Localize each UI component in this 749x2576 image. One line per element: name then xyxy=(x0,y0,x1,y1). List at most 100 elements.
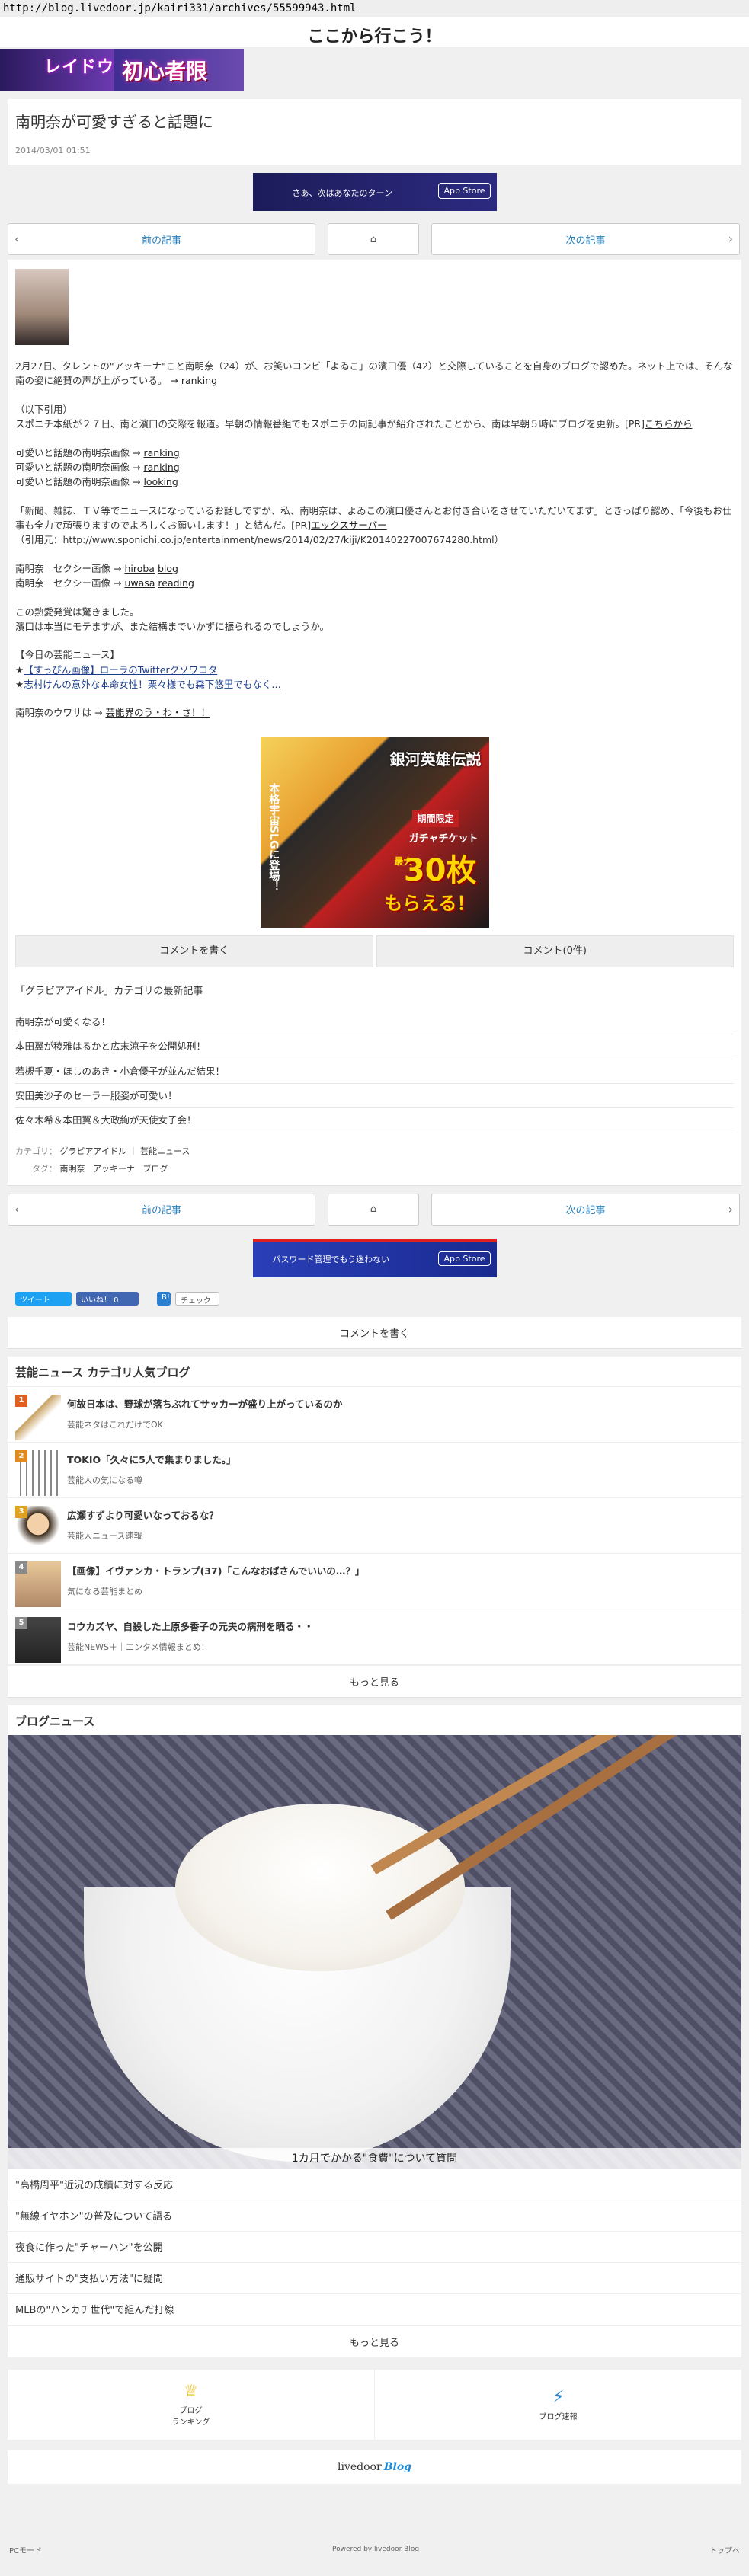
list-item[interactable]: "高橋周平"近況の成績に対する反応 xyxy=(8,2169,741,2200)
blog-ranking-button[interactable]: ♕ ブログ ランキング xyxy=(8,2370,374,2440)
xserver-link[interactable]: エックスサーバー xyxy=(311,519,387,531)
prev-label: 前の記事 xyxy=(141,1205,181,1217)
ad-bottom[interactable]: パスワード管理でもう迷わない App Store xyxy=(252,1238,497,1277)
chevron-right-icon: › xyxy=(728,232,733,246)
article-body: 2月27日、タレントの"アッキーナ"こと南明奈（24）が、お笑いコンビ「よゐこ」… xyxy=(8,260,741,1186)
ad-bottom-container: パスワード管理でもう迷わない App Store xyxy=(0,1230,749,1286)
livedoor-blog-logo[interactable]: livedoor Blog xyxy=(8,2450,741,2484)
url-text: http://blog.livedoor.jp/kairi331/archive… xyxy=(3,2,357,14)
tags-block: カテゴリ： グラビアアイドル ｜ 芸能ニュース タグ： 南明奈 アッキーナ ブロ… xyxy=(15,1143,734,1178)
url-bar[interactable]: http://blog.livedoor.jp/kairi331/archive… xyxy=(0,0,749,17)
news-feature-image[interactable]: 1カ月でかかる"食費"について質問 xyxy=(8,1734,741,2169)
list-item[interactable]: 夜食に作った"チャーハン"を公開 xyxy=(8,2231,741,2263)
tag-link[interactable]: 南明奈 xyxy=(60,1164,85,1174)
tag-link[interactable]: アッキーナ xyxy=(93,1164,135,1174)
rank-thumbnail: 4 xyxy=(15,1561,61,1607)
list-item[interactable]: 本田翼が稜雅はるかと広末涼子を公開処刑！ xyxy=(15,1034,734,1059)
article-thumbnail[interactable] xyxy=(15,269,69,345)
today-link-2[interactable]: 志村けんの意外な本命女性！栗々様でも森下悠里でもなく… xyxy=(24,679,281,690)
facebook-like-button[interactable]: いいね！ 0 xyxy=(76,1291,139,1306)
tweet-button[interactable]: ツイート xyxy=(15,1291,72,1306)
chevron-right-icon: › xyxy=(728,1201,733,1216)
ranking-link[interactable]: ranking xyxy=(181,375,217,386)
blog-quick-news-button[interactable]: ⚡ ブログ速報 xyxy=(374,2369,741,2440)
banner-logo: レイドウ xyxy=(44,58,115,77)
blog-news-more-button[interactable]: もっと見る xyxy=(8,2325,741,2357)
body-quote: （以下引用） スポニチ本紙が２７日、南と濱口の交際を報道。早朝の情報番組でもスポ… xyxy=(15,403,693,430)
list-item[interactable]: 通販サイトの"支払い方法"に疑問 xyxy=(8,2262,741,2294)
line-link-3[interactable]: looking xyxy=(143,476,178,487)
rank-item[interactable]: 4 【画像】イヴァンカ・トランプ(37)「こんなおばさんでいいの…？」 気になる芸… xyxy=(8,1554,741,1609)
rank-item[interactable]: 3 広瀬すずより可愛いなっておるな？ 芸能人ニュース速報 xyxy=(8,1498,741,1554)
ad-top[interactable]: さあ、次はあなたのターン App Store xyxy=(252,173,497,211)
hatena-button[interactable]: B! xyxy=(157,1291,171,1306)
body-lines: 可愛いと話題の南明奈画像 → ranking 可愛いと話題の南明奈画像 → ra… xyxy=(15,446,180,488)
next-label: 次の記事 xyxy=(565,235,606,247)
powered-by: Powered by livedoor Blog xyxy=(331,2546,420,2553)
chevron-left-icon: ‹ xyxy=(14,232,20,246)
hiroba-link[interactable]: hiroba xyxy=(124,563,155,574)
list-item[interactable]: 南明奈が可愛くなる！ xyxy=(15,1010,734,1035)
back-to-top-link[interactable]: トップへ xyxy=(709,2544,740,2555)
ad-bottom-text: パスワード管理でもう迷わない xyxy=(272,1254,390,1264)
pocket-button[interactable]: チェック xyxy=(175,1291,219,1306)
next-article-button[interactable]: 次の記事 › xyxy=(431,1193,740,1226)
body-sexy: 南明奈 セクシー画像 → hiroba blog 南明奈 セクシー画像 → uw… xyxy=(15,562,194,590)
rank-item[interactable]: 2 TOKIO「久々に5人で集まりました。」 芸能人の気になる噂 xyxy=(8,1443,741,1498)
blog-link[interactable]: blog xyxy=(158,563,178,574)
uwasa-link[interactable]: uwasa xyxy=(124,577,155,589)
popular-blogs: 芸能ニュース カテゴリ人気ブログ 1 何故日本は、野球が落ちぶれてサッカーが盛り… xyxy=(8,1356,741,1698)
center-ad[interactable]: 銀河英雄伝説 本格宇宙SLGに登場！ 期間限定 ガチャチケット 最大 30枚 も… xyxy=(260,737,489,928)
tag-link[interactable]: ブログ xyxy=(143,1164,168,1174)
comment-count-button[interactable]: コメント(0件) xyxy=(376,935,734,967)
footer-nav: ♕ ブログ ランキング ⚡ ブログ速報 xyxy=(8,2369,741,2440)
center-ad-line1: 本格宇宙SLGに登場！ xyxy=(267,782,280,892)
rank-item[interactable]: 1 何故日本は、野球が落ちぶれてサッカーが盛り上がっているのか 芸能ネタはこれだけ… xyxy=(8,1387,741,1443)
rumor-link[interactable]: 芸能界のう・わ・さ！！ xyxy=(105,707,210,718)
category-row: カテゴリ： グラビアアイドル ｜ 芸能ニュース xyxy=(15,1146,190,1156)
rank-thumbnail: 3 xyxy=(15,1505,61,1552)
home-button[interactable]: ⌂ xyxy=(328,1193,419,1226)
site-title[interactable]: ここから行こう！ xyxy=(0,17,749,47)
pager-top: ‹ 前の記事 ⌂ 次の記事 › xyxy=(0,223,749,255)
crown-icon: ♕ xyxy=(183,2382,199,2402)
center-ad-title: 銀河英雄伝説 xyxy=(389,749,482,769)
center-ad-post: もらえる！ xyxy=(384,892,475,914)
list-item[interactable]: 佐々木希＆本田翼＆大政絢が天使女子会！ xyxy=(15,1108,734,1133)
home-button[interactable]: ⌂ xyxy=(328,223,419,255)
write-comment-button[interactable]: コメントを書く xyxy=(15,935,373,967)
popular-more-button[interactable]: もっと見る xyxy=(8,1664,741,1697)
list-item[interactable]: 安田美沙子のセーラー服姿が可愛い！ xyxy=(15,1084,734,1109)
list-item[interactable]: "無線イヤホン"の普及について語る xyxy=(8,2200,741,2232)
rank-item[interactable]: 5 コウカズヤ、自殺した上原多香子の元夫の病刑を晒る・・ 芸能NEWS＋｜エンタメ… xyxy=(8,1609,741,1665)
reading-link[interactable]: reading xyxy=(158,577,194,589)
rank-thumbnail: 1 xyxy=(15,1394,61,1440)
top-banner-ad[interactable]: レイドウ 初心者限 xyxy=(0,49,244,91)
tag-row: タグ： 南明奈 アッキーナ ブログ xyxy=(32,1163,168,1174)
list-item[interactable]: 若槻千夏・ほしのあき・小倉優子が並んだ結果！ xyxy=(15,1059,734,1085)
today-link-1[interactable]: 【すっぴん画像】ローラのTwitterクソワロタ xyxy=(24,664,217,676)
category-link[interactable]: 芸能ニュース xyxy=(140,1146,190,1156)
line-link-2[interactable]: ranking xyxy=(143,462,179,473)
body-today: 【今日の芸能ニュース】 ★【すっぴん画像】ローラのTwitterクソワロタ ★志… xyxy=(15,649,281,690)
home-icon: ⌂ xyxy=(370,233,377,245)
list-item[interactable]: MLBの"ハンカチ世代"で組んだ打線 xyxy=(8,2293,741,2325)
category-link[interactable]: グラビアアイドル xyxy=(60,1146,126,1156)
banner-text: 初心者限 xyxy=(122,59,208,84)
blog-news-title: ブログニュース xyxy=(15,1714,95,1728)
news-caption: 1カ月でかかる"食費"について質問 xyxy=(8,2147,741,2169)
blog-news: ブログニュース xyxy=(8,1705,741,1735)
pc-mode-link[interactable]: PCモード xyxy=(9,2544,42,2555)
latest-articles-heading: 「グラビアアイドル」カテゴリの最新記事 xyxy=(15,985,203,997)
next-label: 次の記事 xyxy=(565,1205,606,1217)
latest-articles-list: 南明奈が可愛くなる！ 本田翼が稜雅はるかと広末涼子を公開処刑！ 若槻千夏・ほしの… xyxy=(15,1010,734,1133)
write-comment-bar[interactable]: コメントを書く xyxy=(8,1316,741,1349)
article-title: 南明奈が可愛すぎると話題に xyxy=(15,113,213,131)
line-link-1[interactable]: ranking xyxy=(143,447,179,459)
next-article-button[interactable]: 次の記事 › xyxy=(431,223,740,255)
prev-article-button[interactable]: ‹ 前の記事 xyxy=(8,223,315,255)
pr-link[interactable]: こちらから xyxy=(645,418,693,430)
bottom-bar: PCモード Powered by livedoor Blog トップへ xyxy=(0,2523,749,2576)
prev-article-button[interactable]: ‹ 前の記事 xyxy=(8,1193,315,1226)
app-store-badge: App Store xyxy=(438,1251,491,1266)
